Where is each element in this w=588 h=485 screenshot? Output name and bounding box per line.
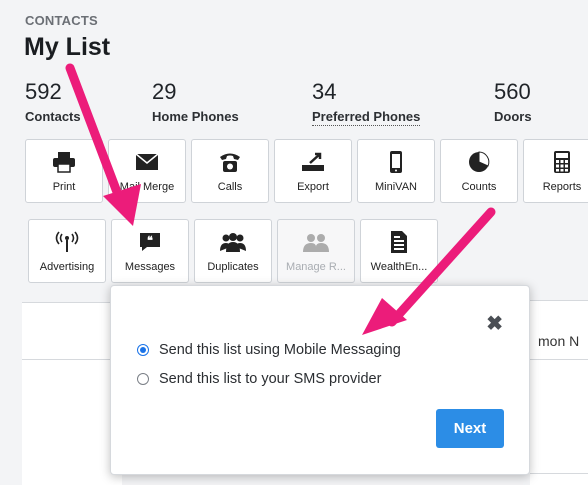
export-label: Export [297,181,329,193]
stat-label: Contacts [25,109,81,124]
wealth-engine-button[interactable]: WealthEn... [360,219,438,283]
contacts-eyebrow: CONTACTS [25,13,98,28]
print-label: Print [52,181,76,193]
stat-label: Doors [494,109,532,124]
stat-value: 29 [152,79,177,104]
duplicates-label: Duplicates [207,261,259,273]
mobile-icon [390,151,402,173]
stat-home-phones: 29 Home Phones [152,79,239,125]
reports-button[interactable]: Reports [523,139,588,203]
calls-button[interactable]: Calls [191,139,269,203]
pie-chart-icon [469,151,490,172]
option-mobile-messaging[interactable]: Send this list using Mobile Messaging [137,342,401,358]
message-icon: ❝ [140,233,160,251]
stat-contacts: 592 Contacts [25,79,81,125]
counts-button[interactable]: Counts [440,139,518,203]
minivan-label: MiniVAN [375,181,417,193]
people-icon [220,233,246,252]
counts-label: Counts [461,181,497,193]
stat-value: 592 [25,79,62,104]
option-sms-provider[interactable]: Send this list to your SMS provider [137,371,381,387]
manage-roles-label: Manage R... [286,261,346,273]
people-icon [303,234,329,252]
manage-roles-button: Manage R... [277,219,355,283]
phone-icon [220,153,240,172]
page-title: My List [24,33,111,61]
messages-label: Messages [124,261,176,273]
duplicates-button[interactable]: Duplicates [194,219,272,283]
advertising-button[interactable]: Advertising [28,219,106,283]
background-panel-right: mon N [530,300,588,485]
stat-label: Home Phones [152,109,239,124]
print-button[interactable]: Print [25,139,103,203]
messages-popover: ✖ Send this list using Mobile Messaging … [110,285,530,475]
option-label: Send this list using Mobile Messaging [159,342,401,358]
calculator-icon [554,151,570,173]
mail-merge-button[interactable]: Mail Merge [108,139,186,203]
reports-label: Reports [542,181,582,193]
wealth-engine-label: WealthEn... [370,261,428,273]
advertising-label: Advertising [39,261,95,273]
radio-selected[interactable] [137,344,149,356]
export-icon [302,152,324,171]
stat-label[interactable]: Preferred Phones [312,109,421,126]
stat-value: 34 [312,79,337,104]
calls-label: Calls [217,181,243,193]
option-label: Send this list to your SMS provider [159,371,382,387]
stat-value: 560 [494,79,531,104]
stat-doors: 560 Doors [494,79,532,125]
svg-text:❝: ❝ [147,235,153,247]
background-panel-left [22,302,122,485]
broadcast-icon [55,231,79,252]
export-button[interactable]: Export [274,139,352,203]
radio-unselected[interactable] [137,373,149,385]
print-icon [53,152,75,173]
mail-merge-label: Mail Merge [119,181,175,193]
column-header-partial: mon N [538,333,580,349]
envelope-icon [135,153,159,170]
messages-button[interactable]: ❝ Messages [111,219,189,283]
next-button[interactable]: Next [436,409,504,448]
stat-preferred-phones[interactable]: 34 Preferred Phones [312,79,421,126]
document-icon [391,231,407,253]
close-icon[interactable]: ✖ [486,314,503,334]
minivan-button[interactable]: MiniVAN [357,139,435,203]
